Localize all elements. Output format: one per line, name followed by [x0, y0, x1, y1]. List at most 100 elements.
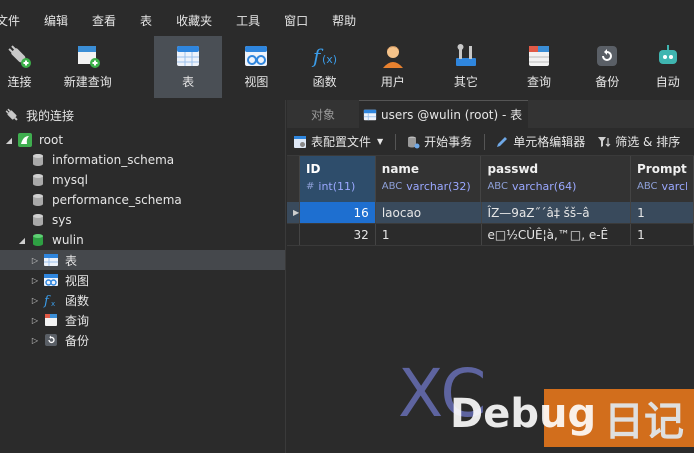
cell-passwd[interactable]: e□½CÙÊ¦à,™□, e-Ê [482, 224, 632, 245]
tree-node-label: 备份 [65, 333, 90, 348]
toolbar-separator [484, 133, 486, 150]
toolbar-backup-button[interactable]: 备份 [573, 36, 641, 98]
collapse-arrow-icon[interactable]: ▷ [30, 256, 40, 265]
cell-editor-label: 单元格编辑器 [513, 135, 586, 149]
tree-node-functions[interactable]: ▷ fx 函数 [0, 290, 285, 310]
tree-node-label: root [39, 133, 64, 147]
database-open-icon [30, 232, 46, 248]
toolbar-new-query-button[interactable]: 新建查询 [39, 36, 136, 98]
table-row[interactable]: ▶ 16 laocao ÎZ—9aZ˝ˊâ‡ šš–â 1 [287, 202, 694, 224]
column-name: Prompt [637, 162, 687, 176]
cell-id[interactable]: 32 [300, 224, 376, 245]
tree-node-queries[interactable]: ▷ 查询 [0, 310, 285, 330]
toolbar-auto-button[interactable]: 自动 [641, 36, 694, 98]
tree-node-sys[interactable]: sys [0, 210, 285, 230]
column-type-label: varcha [661, 180, 687, 193]
toolbar-user-label: 用户 [380, 75, 405, 89]
cell-id[interactable]: 16 [300, 202, 376, 223]
begin-transaction-button[interactable]: 开始事务 [406, 133, 472, 150]
toolbar-connect-button[interactable]: 连接 [0, 36, 39, 98]
tree-node-root[interactable]: ◢ root [0, 130, 285, 150]
toolbar-connect-label: 连接 [7, 75, 32, 89]
toolbar-query-button[interactable]: 查询 [505, 36, 573, 98]
tree-node-label: mysql [52, 173, 88, 187]
tree-node-tables[interactable]: ▷ 表 [0, 250, 285, 270]
cell-prompt[interactable]: 1 [631, 224, 694, 245]
collapse-arrow-icon[interactable]: ▷ [30, 276, 40, 285]
toolbar-view-label: 视图 [244, 75, 269, 89]
filter-sort-icon [598, 136, 611, 147]
toolbar-function-label: 函数 [312, 75, 337, 89]
column-header-id[interactable]: ID # int(11) [300, 156, 376, 202]
table-icon [363, 109, 377, 120]
toolbar-separator [136, 36, 154, 98]
menu-table[interactable]: 表 [128, 12, 164, 29]
tree-node-views[interactable]: ▷ 视图 [0, 270, 285, 290]
table-config-label: 表配置文件 [311, 135, 372, 149]
svg-text:(x): (x) [322, 53, 337, 66]
my-connections-header: 我的连接 [0, 100, 285, 130]
row-indicator[interactable] [287, 224, 300, 245]
main-toolbar: 连接 新建查询 表 视图 f (x) 函数 用户 其它 查询 备份 自动 [0, 36, 694, 98]
row-indicator[interactable]: ▶ [287, 202, 300, 223]
tab-users-table[interactable]: users @wulin (root) - 表 [359, 100, 529, 128]
cell-name[interactable]: 1 [376, 224, 482, 245]
toolbar-view-button[interactable]: 视图 [222, 36, 290, 98]
menu-favorites[interactable]: 收藏夹 [164, 12, 224, 29]
tree-node-label: wulin [52, 233, 84, 247]
table-icon [177, 46, 200, 66]
text-type-icon: ABC [381, 181, 403, 192]
table-row[interactable]: 32 1 e□½CÙÊ¦à,™□, e-Ê 1 [287, 224, 694, 246]
cell-prompt[interactable]: 1 [631, 202, 694, 223]
collapse-arrow-icon[interactable]: ▷ [30, 316, 40, 325]
function-icon: fx [43, 292, 59, 308]
tree-node-label: sys [52, 213, 72, 227]
column-name: ID [306, 162, 321, 176]
toolbar-new-query-label: 新建查询 [63, 75, 112, 89]
toolbar-function-button[interactable]: f (x) 函数 [290, 36, 358, 98]
toolbar-table-button[interactable]: 表 [154, 36, 223, 98]
tree-node-mysql[interactable]: mysql [0, 170, 285, 190]
column-header-name[interactable]: name ABC varchar(32) [376, 156, 482, 202]
tree-node-performance-schema[interactable]: performance_schema [0, 190, 285, 210]
tree-node-backups[interactable]: ▷ 备份 [0, 330, 285, 350]
text-type-icon: ABC [487, 181, 508, 192]
toolbar-user-button[interactable]: 用户 [359, 36, 427, 98]
menu-file[interactable]: 文件 [0, 12, 32, 29]
cell-name[interactable]: laocao [376, 202, 482, 223]
collapse-arrow-icon[interactable]: ▷ [30, 296, 40, 305]
user-icon [382, 46, 403, 68]
filter-sort-button[interactable]: 筛选 & 排序 [597, 133, 680, 150]
expand-arrow-icon[interactable]: ◢ [17, 236, 27, 245]
query-icon [43, 312, 59, 328]
toolbar-other-button[interactable]: 其它 [427, 36, 505, 98]
tree-node-information-schema[interactable]: information_schema [0, 150, 285, 170]
view-icon [43, 272, 59, 288]
menu-window[interactable]: 窗口 [272, 12, 320, 29]
tab-objects[interactable]: 对象 [287, 100, 359, 128]
column-type: # int(11) [306, 180, 369, 193]
menu-help[interactable]: 帮助 [320, 12, 368, 29]
text-type-icon: ABC [637, 181, 658, 192]
menu-tools[interactable]: 工具 [224, 12, 272, 29]
column-header-prompt[interactable]: Prompt ABCvarcha [631, 156, 694, 202]
table-config-button[interactable]: 表配置文件 ▼ [293, 133, 383, 150]
menu-view[interactable]: 查看 [80, 12, 128, 29]
robot-icon [658, 45, 677, 64]
menu-bar: 文件 编辑 查看 表 收藏夹 工具 窗口 帮助 [0, 0, 694, 40]
new-query-icon [77, 46, 100, 68]
cell-editor-button[interactable]: 单元格编辑器 [495, 133, 585, 150]
dropdown-arrow-icon[interactable]: ▼ [377, 137, 383, 146]
tree-node-wulin[interactable]: ◢ wulin [0, 230, 285, 250]
cell-passwd[interactable]: ÎZ—9aZ˝ˊâ‡ šš–â [482, 202, 632, 223]
toolbar-backup-label: 备份 [595, 75, 620, 89]
numeric-type-icon: # [306, 181, 315, 192]
database-icon [30, 192, 46, 208]
expand-arrow-icon[interactable]: ◢ [4, 136, 14, 145]
table-icon [43, 252, 59, 268]
plug-icon [5, 108, 18, 121]
plug-icon [8, 45, 32, 68]
column-header-passwd[interactable]: passwd ABC varchar(64) [481, 156, 631, 202]
collapse-arrow-icon[interactable]: ▷ [30, 336, 40, 345]
menu-edit[interactable]: 编辑 [32, 12, 80, 29]
